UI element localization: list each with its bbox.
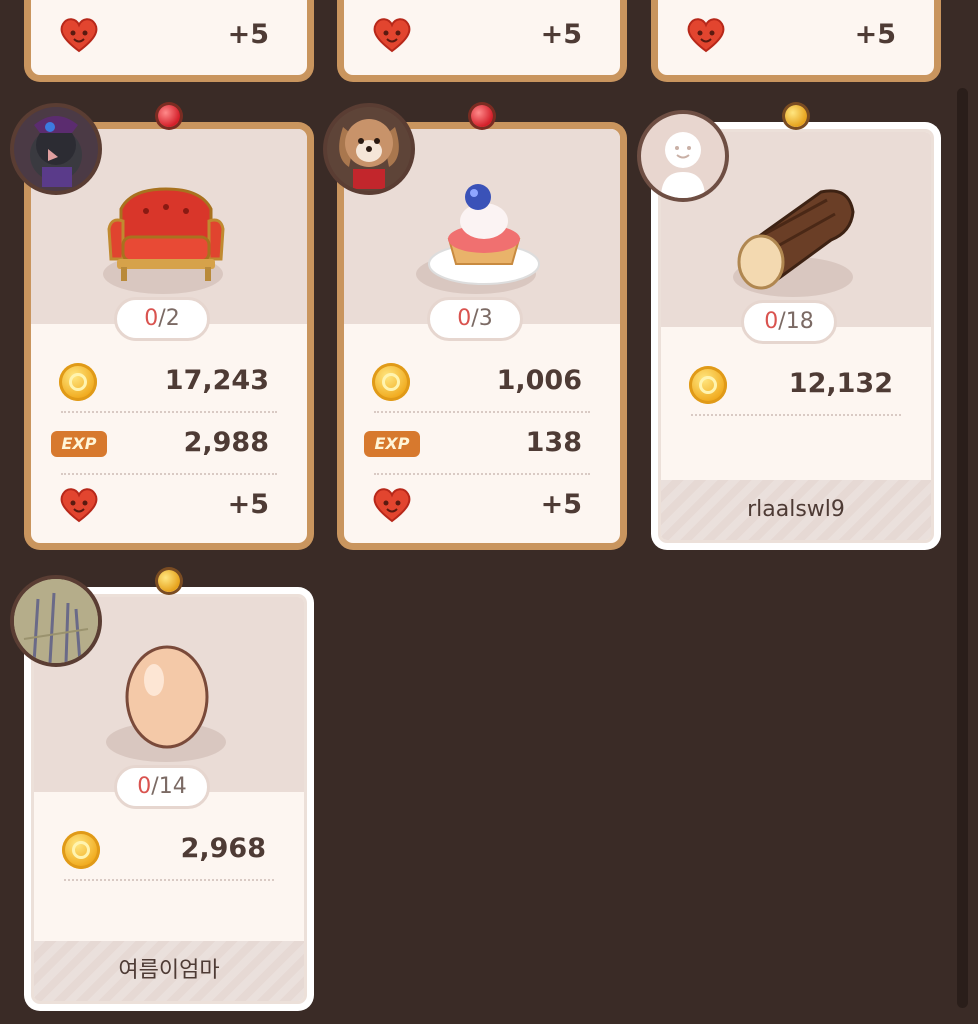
owner-name-bar: 여름이엄마 [34, 941, 304, 1001]
divider [691, 414, 901, 416]
coins-value: 17,243 [164, 365, 269, 396]
pin-icon [158, 105, 180, 127]
heart-icon [60, 488, 98, 523]
hearts-value: +5 [540, 489, 582, 520]
coins-row: 17,243 [51, 351, 287, 413]
coins-value: 12,132 [788, 368, 893, 399]
count-total: /3 [471, 306, 493, 331]
hearts-value: +5 [540, 19, 582, 50]
count-current: 0 [764, 309, 779, 334]
coin-icon [372, 363, 410, 401]
heart-icon [687, 18, 725, 53]
heart-icon [373, 18, 411, 53]
coins-row: 2,968 [54, 819, 284, 881]
owner-name: rlaalswl9 [747, 497, 845, 522]
hearts-row: +5 [678, 5, 914, 67]
top-card-1[interactable]: +5 [24, 0, 314, 82]
coins-value: 1,006 [496, 365, 582, 396]
hearts-row: +5 [51, 475, 287, 537]
customer-avatar-dog[interactable] [323, 103, 415, 195]
progress-count: 0/3 [427, 297, 523, 341]
coins-value: 2,968 [180, 833, 266, 864]
hearts-row: +5 [364, 5, 600, 67]
coin-icon [689, 366, 727, 404]
crow-character-icon [30, 116, 82, 187]
heart-icon [373, 488, 411, 523]
count-current: 0 [457, 306, 472, 331]
progress-count: 0/18 [741, 300, 837, 344]
customer-avatar-crow[interactable] [10, 103, 102, 195]
top-card-2-inner: +5 [344, 0, 620, 75]
count-total: /14 [151, 774, 187, 799]
count-total: /18 [778, 309, 814, 334]
hearts-row: +5 [364, 475, 600, 537]
divider [64, 879, 274, 881]
progress-count: 0/14 [114, 765, 210, 809]
hearts-value: +5 [227, 19, 269, 50]
coin-icon [59, 363, 97, 401]
top-card-2[interactable]: +5 [337, 0, 627, 82]
exp-value: 138 [525, 427, 582, 458]
coins-row: 12,132 [681, 354, 911, 416]
owner-name: 여름이엄마 [118, 958, 220, 983]
hearts-value: +5 [854, 19, 896, 50]
dog-character-icon [339, 119, 399, 189]
top-card-3[interactable]: +5 [651, 0, 941, 82]
strawberry-tart-icon [428, 184, 540, 285]
scrollbar[interactable] [957, 88, 968, 1008]
log-icon [737, 189, 855, 290]
count-total: /2 [158, 306, 180, 331]
progress-count: 0/2 [114, 297, 210, 341]
coin-icon [62, 831, 100, 869]
heart-icon [60, 18, 98, 53]
owner-name-bar: rlaalswl9 [661, 480, 931, 540]
sofa-icon [107, 187, 225, 281]
count-current: 0 [144, 306, 159, 331]
default-avatar-icon [661, 132, 705, 198]
count-current: 0 [137, 774, 152, 799]
exp-row: EXP 2,988 [51, 413, 287, 475]
hearts-value: +5 [227, 489, 269, 520]
customer-avatar-default[interactable] [637, 110, 729, 202]
customer-avatar-lavender[interactable] [10, 575, 102, 667]
pin-icon [785, 105, 807, 127]
lavender-field-icon [14, 579, 98, 663]
hearts-row: +5 [51, 5, 287, 67]
top-card-1-inner: +5 [31, 0, 307, 75]
coins-row: 1,006 [364, 351, 600, 413]
pin-icon [471, 105, 493, 127]
exp-icon: EXP [51, 431, 107, 457]
exp-row: EXP 138 [364, 413, 600, 475]
pin-icon [158, 570, 180, 592]
exp-icon: EXP [364, 431, 420, 457]
egg-icon [125, 645, 209, 749]
top-card-3-inner: +5 [658, 0, 934, 75]
exp-value: 2,988 [183, 427, 269, 458]
